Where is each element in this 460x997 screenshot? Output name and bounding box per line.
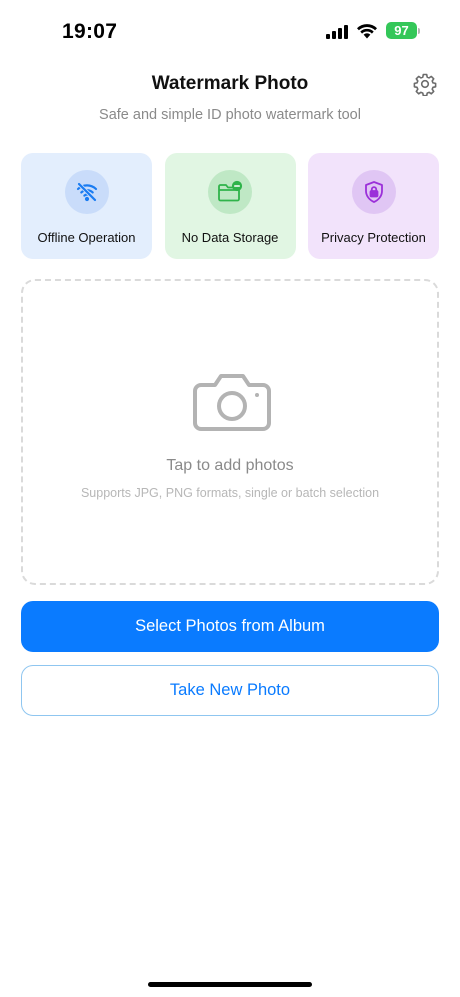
take-new-photo-button[interactable]: Take New Photo xyxy=(21,665,439,716)
feature-label: No Data Storage xyxy=(181,230,279,245)
feature-label: Offline Operation xyxy=(37,230,136,245)
status-bar: 19:07 97 xyxy=(0,0,460,60)
add-photos-dropzone[interactable]: Tap to add photos Supports JPG, PNG form… xyxy=(21,279,439,585)
feature-card-no-storage: No Data Storage xyxy=(164,153,296,259)
dropzone-hint: Supports JPG, PNG formats, single or bat… xyxy=(80,486,380,500)
settings-button[interactable] xyxy=(412,71,438,97)
wifi-icon xyxy=(357,23,377,38)
camera-icon xyxy=(193,374,271,431)
feature-icon-circle xyxy=(351,170,396,214)
feature-card-offline: Offline Operation xyxy=(21,153,152,259)
dropzone-title: Tap to add photos xyxy=(166,457,294,474)
wifi-off-icon xyxy=(76,182,97,202)
feature-icon-circle xyxy=(208,170,252,214)
feature-cards: Offline Operation No Data Storage Privac… xyxy=(21,153,439,259)
feature-icon-circle xyxy=(64,170,109,214)
status-icons: 97 xyxy=(326,22,420,39)
feature-label: Privacy Protection xyxy=(321,230,426,245)
page-title: Watermark Photo xyxy=(151,73,309,94)
battery-icon: 97 xyxy=(386,22,420,39)
feature-card-privacy: Privacy Protection xyxy=(308,153,439,259)
status-time: 19:07 xyxy=(62,20,118,43)
lock-shield-icon xyxy=(364,181,383,203)
select-from-album-button[interactable]: Select Photos from Album xyxy=(21,601,439,652)
battery-level: 97 xyxy=(386,22,417,39)
folder-minus-icon xyxy=(218,180,243,202)
page-subtitle: Safe and simple ID photo watermark tool xyxy=(99,107,361,123)
gear-icon xyxy=(413,73,437,96)
home-indicator[interactable] xyxy=(148,982,312,987)
cellular-signal-icon xyxy=(326,23,348,39)
